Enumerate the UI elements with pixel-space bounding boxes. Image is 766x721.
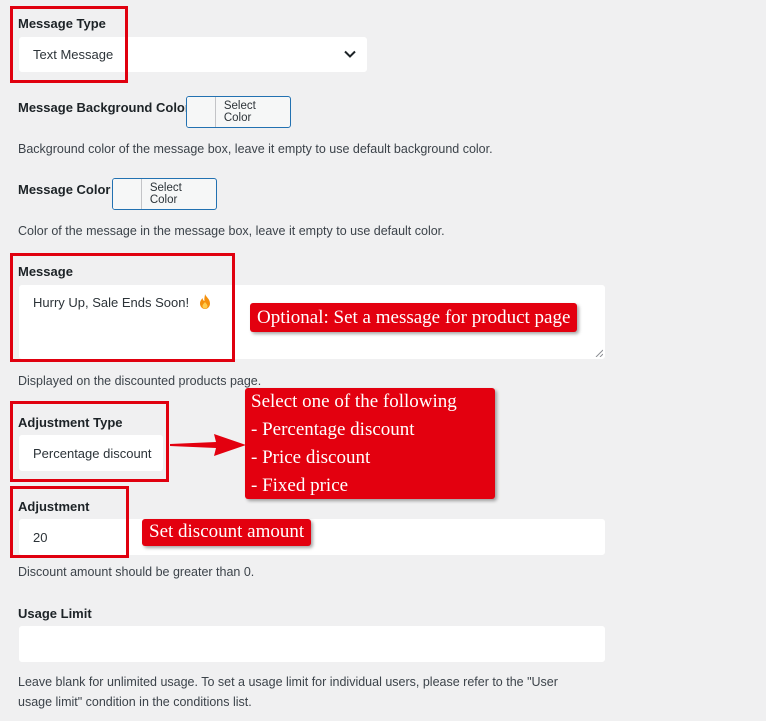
message-description: Displayed on the discounted products pag… — [18, 374, 262, 388]
msg-color-swatch — [113, 179, 142, 209]
msg-color-picker-button[interactable]: Select Color — [112, 178, 217, 210]
highlight-message — [10, 253, 235, 362]
callout-adjustment-type: Select one of the following - Percentage… — [245, 388, 495, 499]
highlight-adjustment-type — [10, 401, 169, 482]
chevron-down-icon — [344, 50, 356, 58]
highlight-message-type — [10, 6, 128, 83]
arrow-right-icon — [170, 434, 246, 456]
callout-adjustment: Set discount amount — [142, 519, 312, 546]
usage-limit-description: Leave blank for unlimited usage. To set … — [18, 672, 558, 712]
usage-limit-label: Usage Limit — [18, 606, 92, 621]
msg-color-button-label: Select Color — [149, 182, 182, 206]
usage-limit-description-line-1: Leave blank for unlimited usage. To set … — [18, 675, 558, 689]
usage-limit-description-line-2: usage limit" condition in the conditions… — [18, 695, 252, 709]
resize-handle-icon[interactable] — [595, 349, 603, 357]
bg-color-swatch — [187, 97, 216, 127]
callout-type-line-2: - Percentage discount — [251, 419, 415, 440]
highlight-adjustment — [10, 486, 129, 558]
usage-limit-input[interactable] — [18, 625, 606, 663]
msg-color-label: Message Color — [18, 182, 111, 197]
bg-color-picker-button[interactable]: Select Color — [186, 96, 291, 128]
adjustment-description: Discount amount should be greater than 0… — [18, 565, 255, 579]
bg-color-label: Message Background Color — [18, 100, 190, 115]
callout-type-line-4: - Fixed price — [251, 475, 349, 496]
bg-color-description: Background color of the message box, lea… — [18, 142, 493, 156]
msg-color-description: Color of the message in the message box,… — [18, 224, 445, 238]
callout-message: Optional: Set a message for product page — [250, 303, 578, 332]
callout-type-line-3: - Price discount — [251, 447, 371, 468]
bg-color-button-label: Select Color — [223, 100, 256, 124]
callout-type-line-1: Select one of the following — [251, 391, 457, 412]
